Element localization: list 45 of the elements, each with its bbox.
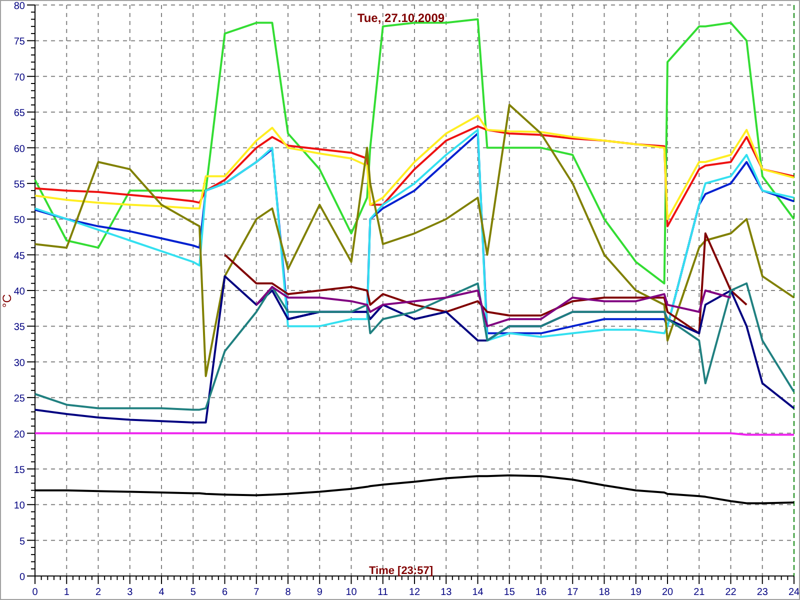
tick-label: 1 <box>64 587 70 598</box>
tick-label: 11 <box>378 587 388 598</box>
tick-label: 15 <box>504 587 515 598</box>
tick-label: 16 <box>535 587 547 598</box>
tick-label: 30 <box>14 358 25 369</box>
tick-label: 19 <box>630 587 642 598</box>
tick-label: 24 <box>788 587 799 598</box>
tick-label: 6 <box>222 587 228 598</box>
tick-label: 70 <box>14 72 25 84</box>
tick-label: 65 <box>14 108 25 120</box>
tick-label: 10 <box>346 587 357 598</box>
tick-label: 12 <box>408 587 420 598</box>
tick-label: 45 <box>14 250 25 262</box>
tick-label: 17 <box>567 587 578 598</box>
tick-label: 5 <box>19 536 25 548</box>
chart-title: Tue, 27.10.2009 <box>357 11 445 25</box>
tick-label: 14 <box>472 587 484 598</box>
y-axis-title: °C <box>1 294 14 308</box>
tick-label: 7 <box>254 587 260 598</box>
tick-label: 60 <box>14 144 25 155</box>
tick-label: 4 <box>158 587 164 598</box>
tick-label: 20 <box>662 587 674 598</box>
tick-label: 10 <box>14 500 25 512</box>
tick-label: 75 <box>14 36 25 48</box>
tick-label: 0 <box>19 572 25 583</box>
tick-label: 13 <box>440 587 452 598</box>
tick-label: 20 <box>14 429 25 440</box>
tick-label: 23 <box>756 587 768 598</box>
tick-label: 22 <box>725 587 736 598</box>
tick-label: 3 <box>127 587 133 598</box>
tick-label: 50 <box>14 215 25 226</box>
tick-label: 2 <box>95 587 102 598</box>
tick-label: 9 <box>316 587 322 598</box>
tick-label: 80 <box>14 1 25 12</box>
tick-label: 35 <box>14 322 25 334</box>
tick-label: 40 <box>14 286 25 298</box>
tick-label: 15 <box>14 464 25 476</box>
tick-label: 21 <box>694 587 705 598</box>
tick-label: 0 <box>32 587 38 598</box>
tick-label: 8 <box>285 587 291 598</box>
tick-label: 5 <box>190 587 196 598</box>
x-axis-title: Time [23:57] <box>369 565 433 577</box>
tick-label: 55 <box>14 179 25 190</box>
tick-label: 18 <box>598 587 610 598</box>
tick-label: 25 <box>14 394 25 405</box>
